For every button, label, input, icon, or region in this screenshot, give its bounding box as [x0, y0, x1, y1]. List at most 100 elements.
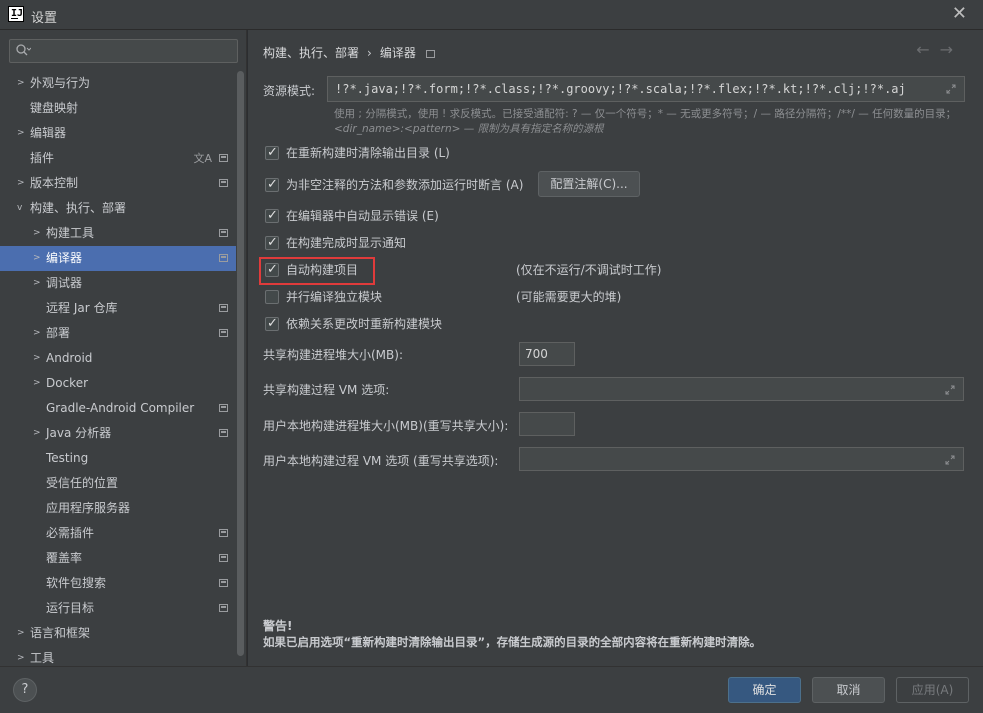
close-icon[interactable]: ✕ — [952, 5, 967, 23]
apply-button[interactable]: 应用(A) — [896, 677, 969, 703]
warning-title: 警告! — [263, 619, 293, 633]
sidebar-item[interactable]: > 编译器 — [0, 246, 236, 271]
sidebar-item[interactable]: 必需插件 — [0, 521, 236, 546]
checkbox-checked[interactable] — [265, 207, 279, 225]
sidebar-scrollbar[interactable] — [236, 71, 244, 656]
project-scope-icon — [219, 604, 228, 612]
sidebar-item-label: 语言和框架 — [30, 626, 91, 640]
checkbox-note: (仅在不运行/不调试时工作) — [516, 263, 662, 277]
checkbox-label: 并行编译独立模块 — [286, 290, 383, 304]
highlight-box — [259, 257, 375, 285]
sidebar-item-label: 工具 — [30, 651, 55, 665]
chevron-right-icon[interactable]: > — [17, 171, 25, 196]
project-scope-icon — [219, 329, 228, 337]
sidebar-item[interactable]: Testing — [0, 446, 236, 471]
sidebar-item[interactable]: 运行目标 — [0, 596, 236, 621]
sidebar-item[interactable]: > 部署 — [0, 321, 236, 346]
sidebar-item[interactable]: 远程 Jar 仓库 — [0, 296, 236, 321]
scrollbar-thumb[interactable] — [237, 71, 244, 656]
chevron-right-icon[interactable]: > — [17, 621, 25, 646]
sidebar-item[interactable]: > 工具 — [0, 646, 236, 666]
breadcrumb-separator: › — [367, 46, 372, 60]
sidebar-item[interactable]: 插件 文A — [0, 146, 236, 171]
sidebar-item-label: 覆盖率 — [46, 551, 83, 565]
shared-vm-options-input[interactable] — [519, 377, 964, 401]
local-vm-options-input[interactable] — [519, 447, 964, 471]
configure-annotations-button[interactable]: 配置注解(C)... — [538, 171, 640, 197]
sidebar-item[interactable]: Gradle-Android Compiler — [0, 396, 236, 421]
sidebar-item[interactable]: v 构建、执行、部署 — [0, 196, 236, 221]
project-scope-icon — [219, 579, 228, 587]
project-scope-icon — [219, 304, 228, 312]
sidebar-item[interactable]: 应用程序服务器 — [0, 496, 236, 521]
chevron-right-icon[interactable]: > — [17, 121, 25, 146]
chevron-right-icon[interactable]: > — [33, 421, 41, 446]
chevron-right-icon[interactable]: > — [33, 371, 41, 396]
cancel-button[interactable]: 取消 — [812, 677, 885, 703]
chevron-right-icon[interactable]: > — [17, 646, 25, 666]
sidebar-item[interactable]: 受信任的位置 — [0, 471, 236, 496]
sidebar-item[interactable]: > 构建工具 — [0, 221, 236, 246]
checkbox-checked[interactable] — [265, 144, 279, 162]
shared-heap-value: 700 — [525, 347, 548, 361]
sidebar-item[interactable]: > Docker — [0, 371, 236, 396]
sidebar-item[interactable]: > Android — [0, 346, 236, 371]
expand-icon[interactable] — [945, 385, 955, 395]
sidebar-item-label: 运行目标 — [46, 601, 95, 615]
back-arrow-icon[interactable]: ← — [916, 40, 939, 59]
dialog-footer: ? 确定 取消 应用(A) — [0, 666, 983, 713]
ok-button[interactable]: 确定 — [728, 677, 801, 703]
checkbox-checked[interactable] — [265, 176, 279, 194]
hint-line-1: 使用 ; 分隔模式，使用 ! 求反模式。已接受通配符: ? — 仅一个符号；* … — [334, 108, 957, 120]
checkbox-unchecked[interactable] — [265, 290, 279, 304]
resource-patterns-input[interactable]: !?*.java;!?*.form;!?*.class;!?*.groovy;!… — [327, 76, 965, 102]
shared-heap-input[interactable]: 700 — [519, 342, 575, 366]
search-input[interactable] — [9, 39, 238, 63]
project-scope-icon — [219, 554, 228, 562]
checkbox-checked[interactable] — [265, 234, 279, 252]
chevron-right-icon[interactable]: > — [33, 221, 41, 246]
checkbox-label: 在构建完成时显示通知 — [286, 236, 407, 250]
help-button[interactable]: ? — [13, 678, 37, 702]
expand-icon[interactable] — [946, 84, 956, 94]
sidebar-item-label: 远程 Jar 仓库 — [46, 301, 118, 315]
sidebar-item-label: 构建、执行、部署 — [30, 201, 127, 215]
checkbox-checked[interactable] — [265, 315, 279, 333]
chevron-right-icon[interactable]: > — [17, 71, 25, 96]
breadcrumb-parent[interactable]: 构建、执行、部署 — [263, 46, 359, 60]
window-title: 设置 — [31, 11, 58, 26]
sidebar-item-label: 编辑器 — [30, 126, 67, 140]
sidebar-item[interactable]: > 编辑器 — [0, 121, 236, 146]
settings-tree: > 外观与行为 键盘映射 > 编辑器 插件 文A > 版本控制 v 构建、执行、部署 > 构建工具 > 编译… — [0, 71, 236, 666]
sidebar-item-label: 插件 — [30, 151, 55, 165]
sidebar-item[interactable]: > 外观与行为 — [0, 71, 236, 96]
sidebar-item-label: Testing — [46, 451, 89, 465]
local-heap-input[interactable] — [519, 412, 575, 436]
project-scope-icon — [219, 404, 228, 412]
sidebar-item-label: 编译器 — [46, 251, 83, 265]
chevron-right-icon[interactable]: > — [33, 321, 41, 346]
chevron-right-icon[interactable]: > — [33, 271, 41, 296]
resource-patterns-label: 资源模式: — [263, 84, 316, 98]
checkbox-note: (可能需要更大的堆) — [516, 290, 622, 304]
project-scope-icon — [219, 254, 228, 262]
sidebar-item-label: 调试器 — [46, 276, 83, 290]
sidebar-item[interactable]: > Java 分析器 — [0, 421, 236, 446]
chevron-right-icon[interactable]: > — [33, 246, 41, 271]
local-heap-label: 用户本地构建进程堆大小(MB)(重写共享大小): — [263, 419, 509, 433]
checkbox-label: 为非空注释的方法和参数添加运行时断言 (A) — [286, 178, 524, 192]
sidebar-item[interactable]: > 语言和框架 — [0, 621, 236, 646]
chevron-down-icon[interactable]: v — [17, 196, 22, 221]
sidebar-item-label: Docker — [46, 376, 89, 390]
forward-arrow-icon[interactable]: → — [940, 40, 963, 59]
sidebar-item[interactable]: 软件包搜索 — [0, 571, 236, 596]
sidebar-item[interactable]: 覆盖率 — [0, 546, 236, 571]
intellij-app-icon: IJ — [8, 6, 24, 22]
sidebar-item[interactable]: 键盘映射 — [0, 96, 236, 121]
expand-icon[interactable] — [945, 455, 955, 465]
sidebar-item[interactable]: > 调试器 — [0, 271, 236, 296]
chevron-right-icon[interactable]: > — [33, 346, 41, 371]
sidebar-item[interactable]: > 版本控制 — [0, 171, 236, 196]
shared-vm-options-label: 共享构建过程 VM 选项: — [263, 383, 390, 397]
sidebar-item-label: 外观与行为 — [30, 76, 91, 90]
